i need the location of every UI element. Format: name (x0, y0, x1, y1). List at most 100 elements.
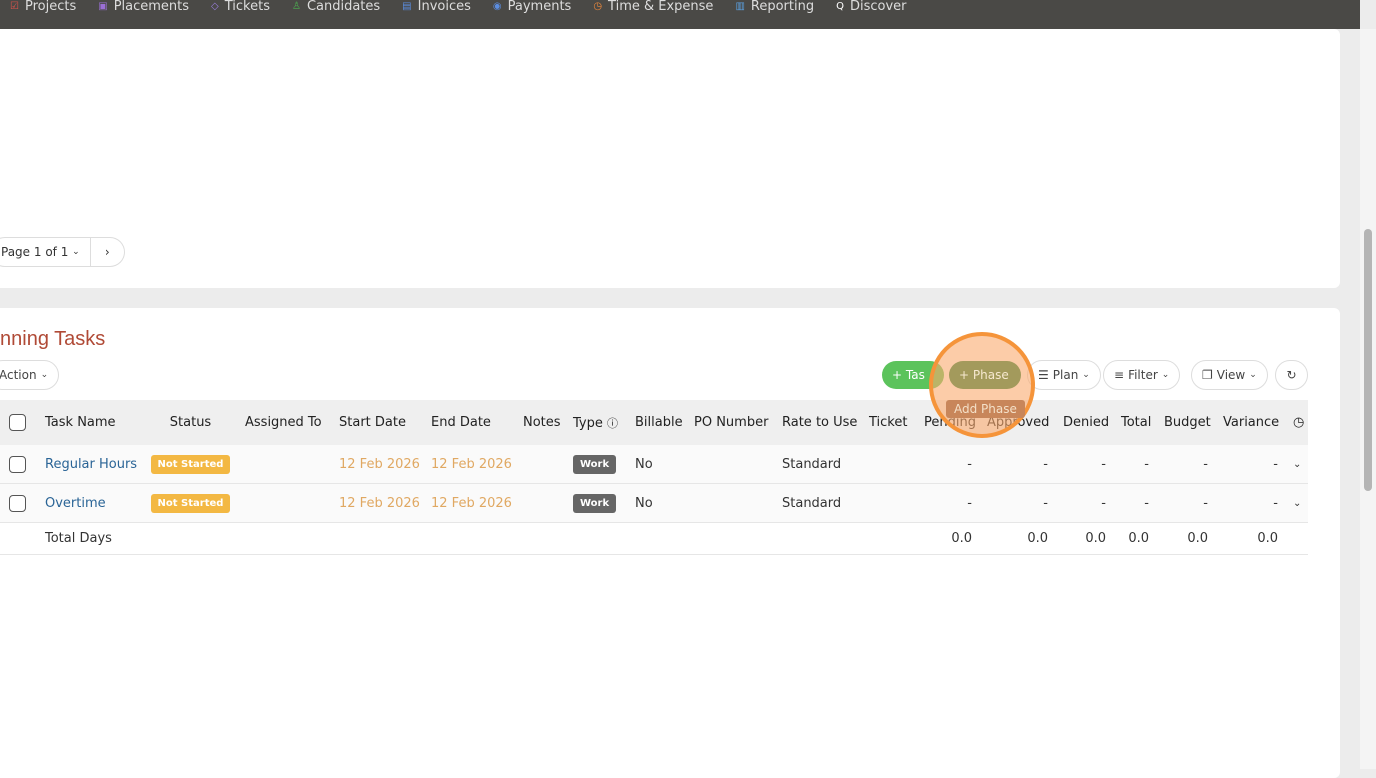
column-header[interactable]: Budget (1155, 415, 1214, 430)
select-all-checkbox[interactable] (9, 414, 26, 431)
column-header[interactable]: Ticket (860, 415, 915, 430)
document-icon: ▤ (402, 1, 412, 12)
chevron-down-icon: ⌄ (1161, 370, 1170, 380)
nav-label: Payments (507, 0, 572, 14)
section-title: nning Tasks (0, 328, 106, 350)
refresh-icon: ↻ (1286, 368, 1297, 382)
total-total: 0.0 (1128, 531, 1149, 546)
column-header[interactable]: Billable (626, 415, 685, 430)
nav-tickets[interactable]: ◇ Tickets (211, 0, 270, 13)
nav-label: Time & Expense (608, 0, 714, 14)
filter-icon: ≡ (1114, 368, 1125, 382)
nav-label: Discover (849, 0, 907, 14)
row-checkbox[interactable] (9, 455, 26, 473)
nav-projects[interactable]: ☑ Projects (10, 0, 76, 13)
clock-icon[interactable]: ◷ (1284, 415, 1308, 430)
approved-total: 0.0 (1027, 531, 1048, 546)
refresh-button[interactable]: ↻ (1275, 360, 1308, 390)
task-name-link[interactable]: Overtime (36, 496, 145, 511)
budget-total: 0.0 (1187, 531, 1208, 546)
next-page-button[interactable]: › (90, 237, 125, 267)
type-label: Type (573, 415, 603, 431)
column-header[interactable]: Status (145, 415, 236, 430)
column-header[interactable]: Notes (514, 415, 564, 430)
task-name-link[interactable]: Regular Hours (36, 457, 145, 472)
rate: Standard (782, 456, 842, 472)
top-nav: ☑ Projects ▣ Placements ◇ Tickets ♙ Candidates ▤… (0, 0, 1360, 29)
row-checkbox[interactable] (9, 494, 26, 512)
total: - (1144, 456, 1149, 472)
nav-label: Invoices (417, 0, 471, 14)
chevron-down-icon: ⌄ (40, 370, 49, 380)
nav-payments[interactable]: ◉ Payments (493, 0, 571, 13)
nav-label: Tickets (224, 0, 270, 14)
nav-reporting[interactable]: ▥ Reporting (735, 0, 814, 13)
plan-dropdown[interactable]: ☰ Plan ⌄ (1027, 360, 1101, 390)
type-badge: Work (573, 454, 617, 474)
expand-chevron-icon[interactable]: ⌄ (1284, 498, 1308, 509)
users-icon: ♙ (291, 1, 301, 12)
status-badge: Not Started (150, 493, 231, 513)
total: - (1144, 495, 1149, 511)
budget: - (1203, 495, 1208, 511)
approved: - (1043, 495, 1048, 511)
nav-placements[interactable]: ▣ Placements (98, 0, 189, 13)
variance-total: 0.0 (1257, 531, 1278, 546)
start-date: 12 Feb 2026 (339, 456, 420, 472)
add-task-button[interactable]: + Tas (882, 361, 944, 389)
variance: - (1273, 456, 1278, 472)
expand-chevron-icon[interactable]: ⌄ (1284, 459, 1308, 470)
scrollbar-thumb[interactable] (1364, 229, 1372, 491)
bar-chart-icon: ▥ (735, 1, 745, 12)
nav-time-expense[interactable]: ◷ Time & Expense (593, 0, 713, 13)
pending-total: 0.0 (951, 531, 972, 546)
column-header[interactable]: Type ⓘ (564, 415, 626, 431)
pagination: Page 1 of 1 ⌄ › (0, 237, 125, 267)
filter-dropdown[interactable]: ≡ Filter ⌄ (1103, 360, 1181, 390)
table-header: Task Name Status Assigned To Start Date End … (0, 400, 1308, 445)
budget: - (1203, 456, 1208, 472)
add-phase-button[interactable]: + Phase (949, 361, 1021, 389)
column-header[interactable]: Approved (978, 415, 1054, 430)
table-row: Overtime Not Started 12 Feb 2026 12 Feb … (0, 484, 1308, 523)
clock-icon: ◷ (593, 1, 603, 12)
column-header[interactable]: Start Date (330, 415, 422, 430)
pending: - (967, 456, 972, 472)
column-header[interactable]: Variance (1214, 415, 1284, 430)
column-header[interactable]: Pending (915, 415, 978, 430)
column-header[interactable]: Assigned To (236, 415, 330, 430)
chevron-down-icon: ⌄ (1249, 370, 1257, 380)
column-header[interactable]: Total (1112, 415, 1155, 430)
nav-discover[interactable]: Q Discover (836, 0, 906, 13)
filter-label: Filter (1128, 368, 1158, 382)
coins-icon: ◉ (492, 1, 502, 12)
approved: - (1043, 456, 1048, 472)
chevron-down-icon: ⌄ (1082, 370, 1090, 380)
end-date: 12 Feb 2026 (431, 495, 512, 511)
search-icon: Q (836, 1, 844, 12)
column-header[interactable]: Rate to Use (773, 415, 860, 430)
planning-tasks-panel: nning Tasks Action ⌄ + Tas + Phase ☰ Plan ⌄… (0, 308, 1340, 778)
column-header[interactable]: End Date (422, 415, 514, 430)
nav-candidates[interactable]: ♙ Candidates (292, 0, 380, 13)
rate: Standard (782, 495, 842, 511)
start-date: 12 Feb 2026 (339, 495, 420, 511)
nav-label: Projects (24, 0, 77, 14)
column-header[interactable]: Task Name (36, 415, 145, 430)
view-dropdown[interactable]: ❐ View ⌄ (1191, 360, 1268, 390)
help-icon: ⓘ (607, 416, 618, 430)
column-header[interactable]: Denied (1054, 415, 1112, 430)
nav-label: Reporting (750, 0, 815, 14)
nav-label: Candidates (306, 0, 381, 14)
nav-invoices[interactable]: ▤ Invoices (402, 0, 471, 13)
header-cell-select (0, 414, 36, 431)
billable: No (635, 495, 653, 511)
scrollbar[interactable] (1360, 29, 1376, 769)
page-select[interactable]: Page 1 of 1 ⌄ (0, 237, 91, 267)
sliders-icon: ☰ (1038, 368, 1049, 382)
top-panel: Page 1 of 1 ⌄ › (0, 29, 1340, 288)
column-header[interactable]: PO Number (685, 415, 773, 430)
view-label: View (1216, 368, 1246, 382)
copy-icon: ❐ (1202, 368, 1213, 382)
action-dropdown[interactable]: Action ⌄ (0, 360, 60, 390)
